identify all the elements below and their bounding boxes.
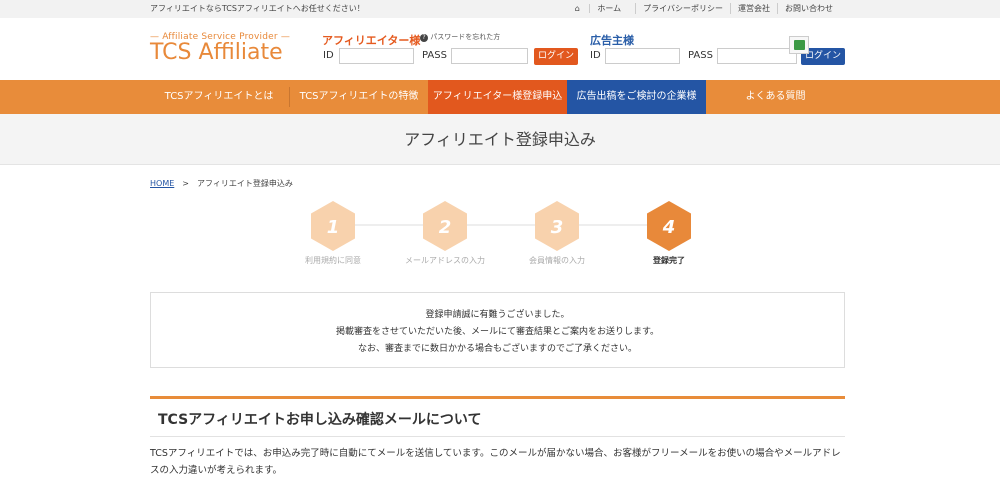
section-title: TCSアフィリエイトお申し込み確認メールについて [158, 412, 482, 428]
nav-item-about[interactable]: TCSアフィリエイトとは [150, 80, 288, 114]
step-number: 3 [551, 217, 564, 238]
page-title: アフィリエイト登録申込み [404, 130, 596, 149]
advertiser-pass-label: PASS [688, 50, 713, 61]
nav-item-faq[interactable]: よくある質問 [706, 80, 845, 114]
section-body: TCSアフィリエイトでは、お申込み完了時に自動にてメールを送信しています。このメ… [150, 448, 841, 476]
top-links: ⌂ ホーム プライバシーポリシー 運営会社 お問い合わせ [561, 3, 840, 14]
affiliate-login-heading: アフィリエイター様 [322, 34, 421, 47]
breadcrumb-separator: > [182, 179, 189, 188]
section-accent-line [150, 396, 845, 399]
advertiser-login-heading: 広告主様 [590, 34, 634, 47]
step-number: 2 [439, 217, 452, 238]
step-3: 3 会員情報の入力 [497, 200, 617, 266]
top-bar: アフィリエイトならTCSアフィリエイトへお任せください！ ⌂ ホーム プライバシ… [0, 0, 1000, 18]
step-number: 4 [662, 217, 676, 238]
main-nav: TCSアフィリエイトとは TCSアフィリエイトの特徴 アフィリエイター様登録申込… [0, 80, 1000, 114]
page-title-band: アフィリエイト登録申込み [0, 114, 1000, 165]
section-divider [150, 436, 845, 437]
message-line: なお、審査までに数日かかる場合もございますのでご了承ください。 [357, 344, 637, 354]
question-icon: ? [420, 34, 428, 42]
affiliate-id-label: ID [323, 50, 334, 61]
affiliate-pass-input[interactable] [451, 48, 528, 64]
affiliate-login-button[interactable]: ログイン [534, 48, 578, 65]
step-label: メールアドレスの入力 [405, 256, 485, 265]
step-label: 登録完了 [653, 256, 685, 265]
message-line: 掲載審査をさせていただいた後、メールにて審査結果とご案内をお送りします。 [335, 327, 660, 337]
advertiser-pass-input[interactable] [717, 48, 797, 64]
advertiser-id-label: ID [590, 50, 601, 61]
nav-item-features[interactable]: TCSアフィリエイトの特徴 [290, 80, 428, 114]
step-1: 1 利用規約に同意 [273, 200, 393, 266]
step-number: 1 [327, 217, 340, 238]
step-hexagon-icon: 4 [647, 201, 691, 251]
home-icon: ⌂ [574, 4, 580, 13]
site-tagline: アフィリエイトならTCSアフィリエイトへお任せください！ [150, 4, 365, 13]
step-hexagon-icon: 2 [423, 201, 467, 251]
affiliate-pass-label: PASS [422, 50, 447, 61]
nav-item-affiliate-signup[interactable]: アフィリエイター様登録申込 [428, 80, 567, 114]
forgot-password-link[interactable]: ? パスワードを忘れた方 [420, 32, 500, 42]
site-logo[interactable]: TCS Affiliate [150, 40, 283, 65]
affiliate-id-input[interactable] [339, 48, 414, 64]
top-link-contact[interactable]: お問い合わせ [777, 3, 840, 14]
completion-message-box: 登録申請誠に有難うございました。 掲載審査をさせていただいた後、メールにて審査結… [150, 292, 845, 368]
breadcrumb-current: アフィリエイト登録申込み [196, 179, 293, 188]
top-link-privacy[interactable]: プライバシーポリシー [635, 3, 730, 14]
step-hexagon-icon: 1 [311, 201, 355, 251]
breadcrumb: HOME > アフィリエイト登録申込み [150, 178, 293, 189]
step-hexagon-icon: 3 [535, 201, 579, 251]
step-2: 2 メールアドレスの入力 [385, 200, 505, 266]
top-link-company[interactable]: 運営会社 [730, 3, 777, 14]
step-4: 4 登録完了 [609, 200, 729, 266]
message-line: 登録申請誠に有難うございました。 [425, 310, 570, 320]
extension-icon[interactable] [789, 36, 809, 54]
nav-item-advertisers[interactable]: 広告出稿をご検討の企業様 [567, 80, 706, 114]
advertiser-id-input[interactable] [605, 48, 680, 64]
breadcrumb-home-link[interactable]: HOME [150, 179, 174, 188]
step-label: 会員情報の入力 [529, 256, 585, 265]
step-label: 利用規約に同意 [305, 256, 361, 265]
top-link-home[interactable]: ⌂ ホーム [561, 3, 635, 14]
